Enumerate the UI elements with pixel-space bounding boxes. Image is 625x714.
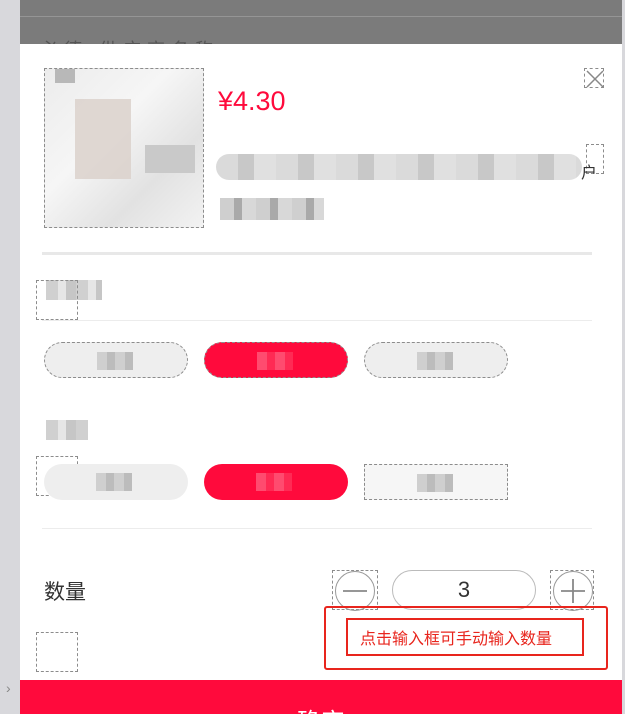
product-title-blurred (216, 154, 582, 180)
title-partial-char: 户 (581, 165, 598, 182)
product-price: ¥4.30 (218, 86, 286, 116)
attr-divider-1 (42, 320, 592, 321)
close-button[interactable] (584, 68, 604, 88)
product-subtitle-blurred (220, 198, 324, 220)
option-chip-2-1[interactable] (44, 464, 188, 500)
option-chip-2-2-selected[interactable] (204, 464, 348, 500)
spec-bottom-sheet: ¥4.30 户 数量 3 点击输入框可手动输入数量 (20, 44, 622, 714)
title-marker: 户 (581, 144, 604, 182)
confirm-button-label: 确定 (20, 702, 622, 714)
dimmed-divider (20, 16, 622, 17)
confirm-button[interactable]: 确定 (20, 680, 622, 714)
quantity-label: 数量 (44, 581, 86, 604)
annotation-text: 点击输入框可手动输入数量 (360, 631, 553, 648)
option-chip-1-3[interactable] (364, 342, 508, 378)
option-chip-1-1[interactable] (44, 342, 188, 378)
close-icon (586, 70, 604, 88)
plus-icon (561, 579, 585, 603)
product-image (44, 68, 204, 228)
quantity-increase-button[interactable] (550, 570, 594, 611)
quantity-decrease-button[interactable] (332, 570, 378, 611)
chevron-right-icon[interactable]: › (6, 680, 11, 696)
option-chip-2-3[interactable] (364, 464, 508, 500)
quantity-input[interactable]: 3 (392, 570, 536, 610)
quantity-marker (36, 632, 78, 672)
section-divider (42, 252, 592, 255)
option-chip-1-2-selected[interactable] (204, 342, 348, 378)
attr-divider-2 (42, 528, 592, 529)
attr-label-2-blurred (46, 420, 88, 440)
attr-marker-1 (36, 280, 78, 320)
minus-icon (343, 590, 367, 592)
